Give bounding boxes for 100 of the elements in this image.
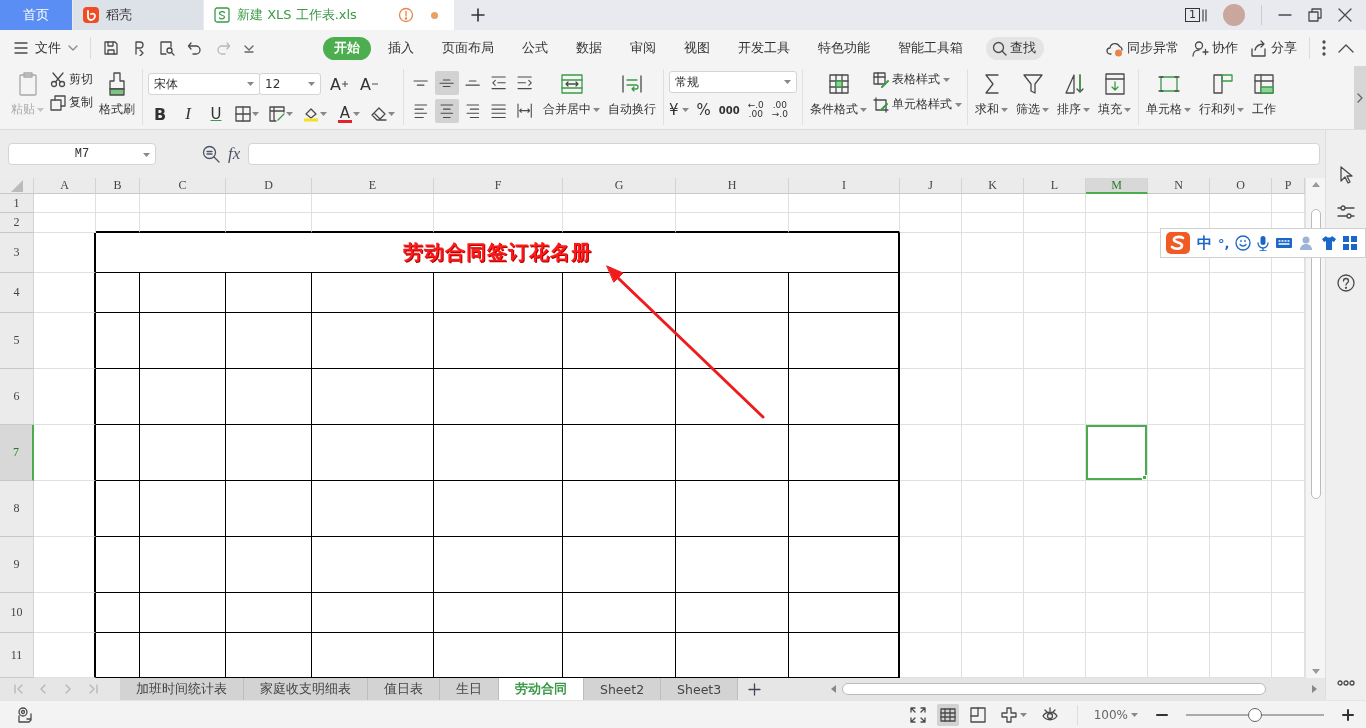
view-button[interactable]: [936, 703, 959, 726]
row-header[interactable]: 7: [0, 425, 34, 481]
tab[interactable]: 稻壳: [73, 0, 203, 30]
table-cell[interactable]: [563, 313, 676, 369]
table-cell[interactable]: [789, 313, 900, 369]
sheet-tab[interactable]: 劳动合同: [499, 678, 584, 700]
row-header[interactable]: 2: [0, 213, 34, 233]
table-cell[interactable]: [140, 537, 226, 593]
bold-button[interactable]: B: [148, 102, 172, 126]
font-size-field[interactable]: 12: [259, 73, 321, 95]
column-header[interactable]: K: [962, 178, 1024, 194]
slider-thumb[interactable]: [1248, 707, 1262, 722]
column-header[interactable]: E: [312, 178, 434, 194]
name-box[interactable]: M7: [8, 143, 156, 165]
sliders-icon[interactable]: [1337, 204, 1355, 220]
more-icon[interactable]: [1337, 680, 1355, 686]
table-cell[interactable]: [789, 537, 900, 593]
toolbar-button[interactable]: 求和: [973, 69, 1010, 123]
sheet-tab[interactable]: Sheet2: [584, 678, 662, 700]
insert-function-button[interactable]: fx: [228, 144, 241, 164]
column-header[interactable]: I: [789, 178, 900, 194]
align-button[interactable]: [435, 99, 459, 123]
help-icon[interactable]: [1337, 274, 1355, 292]
ribbon-tab[interactable]: 审阅: [618, 36, 667, 60]
increase-decimal-button[interactable]: ←.0 .00: [747, 101, 764, 119]
toolbar-button[interactable]: 工作: [1250, 69, 1278, 123]
ribbon-tab[interactable]: 页面布局: [430, 36, 505, 60]
row-header[interactable]: 8: [0, 481, 34, 537]
conditional-format-button[interactable]: 条件格式: [808, 69, 869, 123]
smiley-icon[interactable]: [1235, 235, 1252, 251]
column-header[interactable]: A: [34, 178, 96, 194]
table-cell[interactable]: [226, 313, 312, 369]
table-cell[interactable]: [312, 481, 434, 537]
toolbar-button[interactable]: 行和列: [1197, 69, 1246, 123]
toolbar-button[interactable]: 筛选: [1014, 69, 1051, 123]
format-painter-button[interactable]: 格式刷: [97, 69, 137, 123]
ribbon-tab[interactable]: 开发工具: [726, 36, 801, 60]
column-header[interactable]: J: [900, 178, 962, 194]
row-header[interactable]: 5: [0, 313, 34, 369]
font-name-field[interactable]: 宋体: [148, 73, 260, 95]
row-header[interactable]: 3: [0, 233, 34, 273]
table-cell[interactable]: [96, 593, 140, 633]
column-header[interactable]: O: [1210, 178, 1272, 194]
undo-icon[interactable]: [187, 40, 203, 56]
row-header[interactable]: 4: [0, 273, 34, 313]
microphone-icon[interactable]: [1257, 235, 1270, 251]
table-cell[interactable]: [140, 481, 226, 537]
decrease-decimal-button[interactable]: .00 →.0: [771, 101, 788, 119]
table-cell[interactable]: [434, 425, 563, 481]
row-header[interactable]: 10: [0, 593, 34, 633]
sheet-tab[interactable]: 家庭收支明细表: [244, 678, 368, 700]
table-cell[interactable]: [96, 313, 140, 369]
table-cell[interactable]: [312, 273, 434, 313]
table-cell[interactable]: [676, 273, 789, 313]
column-header[interactable]: P: [1272, 178, 1305, 194]
column-header[interactable]: B: [96, 178, 140, 194]
table-cell[interactable]: [563, 425, 676, 481]
table-cell[interactable]: [434, 481, 563, 537]
toolbar-button[interactable]: 分享: [1250, 39, 1297, 57]
search-button[interactable]: 查找: [985, 36, 1044, 60]
input-mode-toggle[interactable]: 中: [1197, 233, 1212, 253]
table-cell[interactable]: [563, 369, 676, 425]
table-cell[interactable]: [226, 425, 312, 481]
sheet-tab[interactable]: 生日: [440, 678, 499, 700]
table-cell[interactable]: [140, 369, 226, 425]
grid-cell[interactable]: [34, 537, 96, 593]
table-cell[interactable]: [96, 481, 140, 537]
copy-button[interactable]: 复制: [50, 94, 93, 111]
grid-cell[interactable]: [34, 369, 96, 425]
print-preview-icon[interactable]: [159, 40, 175, 56]
grid-cell[interactable]: [34, 273, 96, 313]
table-cell[interactable]: [676, 425, 789, 481]
table-style-button[interactable]: 表格样式: [873, 71, 962, 88]
input-method-logo-icon[interactable]: [1165, 231, 1191, 255]
table-cell[interactable]: [140, 593, 226, 633]
collapse-icon[interactable]: [1338, 43, 1354, 53]
table-cell[interactable]: [676, 593, 789, 633]
table-cell[interactable]: [226, 273, 312, 313]
wrap-text-button[interactable]: 自动换行: [606, 69, 658, 123]
row-header[interactable]: 1: [0, 194, 34, 213]
zoom-in-icon[interactable]: [1342, 708, 1354, 721]
table-cell[interactable]: [96, 369, 140, 425]
punctuation-toggle[interactable]: °,: [1218, 235, 1230, 251]
toolbar-button[interactable]: 协作: [1191, 39, 1238, 57]
ribbon-tab[interactable]: 数据: [564, 36, 613, 60]
table-cell[interactable]: [789, 425, 900, 481]
merge-button[interactable]: 合并居中: [541, 69, 602, 123]
ribbon-tab[interactable]: 智能工具箱: [886, 36, 974, 60]
shrink-font-button[interactable]: A: [357, 72, 381, 96]
table-cell[interactable]: [563, 537, 676, 593]
table-cell[interactable]: [312, 593, 434, 633]
vertical-scrollbar[interactable]: [1305, 178, 1325, 678]
row-header[interactable]: 9: [0, 537, 34, 593]
keyboard-icon[interactable]: [1275, 236, 1294, 250]
sheet-tab[interactable]: 加班时间统计表: [120, 678, 244, 700]
toolbar-button[interactable]: 同步异常: [1106, 39, 1179, 57]
pointer-icon[interactable]: [1338, 166, 1354, 184]
column-header[interactable]: G: [563, 178, 676, 194]
table-cell[interactable]: [140, 425, 226, 481]
table-cell[interactable]: [96, 273, 140, 313]
